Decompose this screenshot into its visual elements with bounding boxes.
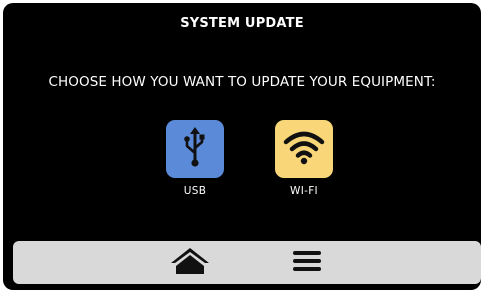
wifi-icon	[282, 129, 326, 169]
update-prompt: CHOOSE HOW YOU WANT TO UPDATE YOUR EQUIP…	[48, 74, 436, 90]
usb-icon	[180, 126, 210, 172]
wifi-option-button[interactable]: WI-FI	[273, 120, 335, 197]
bottom-nav-bar	[13, 241, 481, 284]
device-frame: SYSTEM UPDATE CHOOSE HOW YOU WANT TO UPD…	[0, 0, 484, 293]
wifi-option-label: WI-FI	[290, 185, 318, 197]
usb-tile[interactable]	[166, 120, 224, 178]
home-icon	[169, 247, 211, 279]
page-title: SYSTEM UPDATE	[180, 16, 304, 31]
menu-icon	[292, 249, 322, 277]
menu-button[interactable]	[287, 248, 327, 278]
home-button[interactable]	[168, 248, 212, 278]
usb-option-label: USB	[183, 185, 207, 197]
usb-option-button[interactable]: USB	[164, 120, 226, 197]
wifi-tile[interactable]	[275, 120, 333, 178]
